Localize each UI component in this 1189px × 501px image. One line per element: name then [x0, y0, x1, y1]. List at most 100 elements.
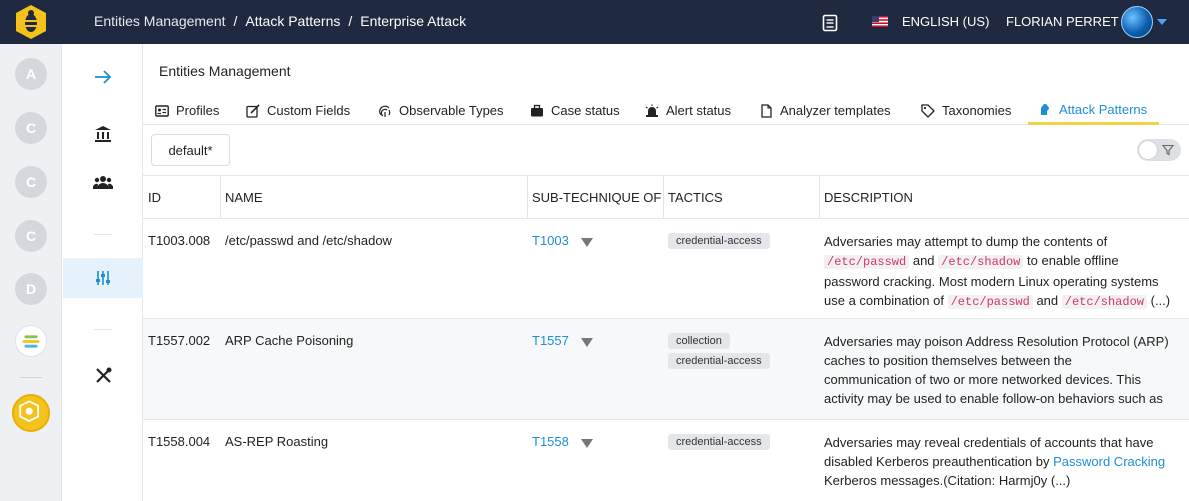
- bank-icon[interactable]: [63, 114, 143, 154]
- tab-label: Alert status: [666, 103, 732, 118]
- us-flag-icon: [872, 16, 888, 27]
- hive-org-icon[interactable]: [12, 394, 50, 432]
- column-header-tactics[interactable]: TACTICS: [668, 176, 723, 219]
- desc-text: use a combination of: [824, 293, 944, 308]
- hive-logo-icon[interactable]: [13, 3, 49, 41]
- desc-text: Adversaries may poison Address Resolutio…: [824, 334, 1169, 349]
- tab-attack-patterns[interactable]: Attack Patterns: [1028, 96, 1160, 125]
- caret-down-icon[interactable]: [581, 338, 593, 347]
- fingerprint-icon: [379, 105, 391, 117]
- filter-icon: [1162, 144, 1174, 156]
- parent-technique-link[interactable]: T1557: [532, 333, 569, 348]
- desc-text: caches to position themselves between th…: [824, 353, 1072, 368]
- cell-name[interactable]: AS-REP Roasting: [225, 434, 328, 449]
- chevron-down-icon[interactable]: [1157, 19, 1167, 25]
- desc-text: Adversaries may reveal credentials of ac…: [824, 435, 1154, 450]
- tactic-tag: credential-access: [668, 353, 770, 369]
- column-header-description[interactable]: DESCRIPTION: [824, 176, 913, 219]
- user-name[interactable]: FLORIAN PERRET: [1006, 14, 1119, 29]
- breadcrumb: Entities Management / Attack Patterns / Ente…: [94, 13, 466, 29]
- org-avatar[interactable]: C: [15, 112, 47, 144]
- tab-alert-status[interactable]: Alert status: [645, 96, 731, 125]
- tactic-tag: credential-access: [668, 233, 770, 249]
- parent-technique-link[interactable]: T1558: [532, 434, 569, 449]
- admin-sidebar: [63, 44, 143, 501]
- org-avatar[interactable]: D: [15, 273, 47, 305]
- tag-icon: [921, 103, 935, 118]
- desc-code: /etc/passwd: [947, 295, 1033, 309]
- cell-description: Adversaries may poison Address Resolutio…: [824, 332, 1186, 408]
- breadcrumb-item[interactable]: Entities Management: [94, 13, 226, 29]
- desc-text: and: [1036, 293, 1059, 308]
- tactics-list: collection credential-access: [668, 333, 770, 369]
- tab-analyzer-templates[interactable]: Analyzer templates: [759, 96, 891, 125]
- filter-preset-button[interactable]: default*: [151, 134, 230, 166]
- cell-id: T1558.004: [148, 434, 211, 449]
- table-row[interactable]: T1003.008 /etc/passwd and /etc/shadow T1…: [143, 219, 1189, 319]
- rail-divider: [20, 377, 42, 378]
- parent-technique-link[interactable]: T1003: [532, 233, 569, 248]
- tab-custom-fields[interactable]: Custom Fields: [246, 96, 350, 125]
- nav-divider: [94, 234, 112, 235]
- tab-bar: Profiles Custom Fields Observable Types …: [143, 96, 1189, 125]
- user-avatar[interactable]: [1121, 6, 1153, 38]
- column-divider: [527, 176, 528, 219]
- cell-name[interactable]: ARP Cache Poisoning: [225, 333, 353, 348]
- edit-icon: [246, 103, 260, 118]
- desc-text: to enable offline: [1027, 253, 1119, 268]
- table-row[interactable]: T1557.002 ARP Cache Poisoning T1557 coll…: [143, 319, 1189, 420]
- cell-name[interactable]: /etc/passwd and /etc/shadow: [225, 233, 392, 248]
- desc-link[interactable]: Password Cracking: [1053, 454, 1165, 469]
- tab-label: Taxonomies: [942, 103, 1012, 118]
- cortex-logo-icon[interactable]: [15, 325, 47, 357]
- desc-code: /etc/shadow: [938, 255, 1024, 269]
- desc-text: (...): [1150, 293, 1171, 308]
- briefcase-icon: [531, 104, 543, 116]
- tab-label: Case status: [551, 103, 620, 118]
- desc-text: disabled Kerberos preauthentication by: [824, 454, 1050, 469]
- users-icon[interactable]: [63, 162, 143, 202]
- expand-arrow-icon[interactable]: [63, 57, 143, 97]
- org-avatar[interactable]: C: [15, 220, 47, 252]
- id-card-icon: [155, 104, 169, 117]
- breadcrumb-separator: /: [233, 13, 238, 29]
- tab-label: Custom Fields: [267, 103, 351, 118]
- tab-profiles[interactable]: Profiles: [155, 96, 219, 125]
- language-selector[interactable]: ENGLISH (US): [902, 14, 989, 29]
- tab-taxonomies[interactable]: Taxonomies: [921, 96, 1011, 125]
- desc-text: Adversaries may attempt to dump the cont…: [824, 234, 1108, 249]
- sliders-icon[interactable]: [63, 258, 143, 298]
- cell-id: T1557.002: [148, 333, 211, 348]
- book-icon[interactable]: [822, 14, 838, 32]
- attack-icon: [1041, 104, 1049, 115]
- caret-down-icon[interactable]: [581, 238, 593, 247]
- tools-icon[interactable]: [63, 355, 143, 395]
- breadcrumb-item[interactable]: Attack Patterns: [245, 13, 340, 29]
- column-header-name[interactable]: NAME: [225, 176, 263, 219]
- column-divider: [819, 176, 820, 219]
- filter-toggle[interactable]: [1137, 139, 1181, 161]
- attack-patterns-table: ID NAME SUB-TECHNIQUE OF TACTICS DESCRIP…: [143, 175, 1189, 501]
- desc-text: communication of two or more networked d…: [824, 372, 1141, 387]
- desc-text: password cracking. Most modern Linux ope…: [824, 274, 1159, 289]
- desc-text: and: [912, 253, 935, 268]
- tab-observable-types[interactable]: Observable Types: [378, 96, 504, 125]
- table-row[interactable]: T1558.004 AS-REP Roasting T1558 credenti…: [143, 420, 1189, 501]
- desc-text: activity may be used to enable follow-on…: [824, 391, 1163, 406]
- tab-case-status[interactable]: Case status: [530, 96, 620, 125]
- page-title: Entities Management: [159, 63, 291, 79]
- tactics-list: credential-access: [668, 434, 770, 450]
- breadcrumb-current: Enterprise Attack: [360, 13, 467, 29]
- column-header-sub-technique[interactable]: SUB-TECHNIQUE OF: [532, 176, 661, 219]
- tab-label: Observable Types: [399, 103, 504, 118]
- org-avatar[interactable]: A: [15, 58, 47, 90]
- desc-code: /etc/shadow: [1061, 295, 1147, 309]
- file-icon: [761, 103, 772, 118]
- column-header-id[interactable]: ID: [148, 176, 161, 219]
- tactics-list: credential-access: [668, 233, 770, 249]
- column-divider: [663, 176, 664, 219]
- caret-down-icon[interactable]: [581, 439, 593, 448]
- organisation-rail: A C C C D: [0, 44, 62, 501]
- org-avatar[interactable]: C: [15, 166, 47, 198]
- tab-label: Attack Patterns: [1059, 101, 1148, 117]
